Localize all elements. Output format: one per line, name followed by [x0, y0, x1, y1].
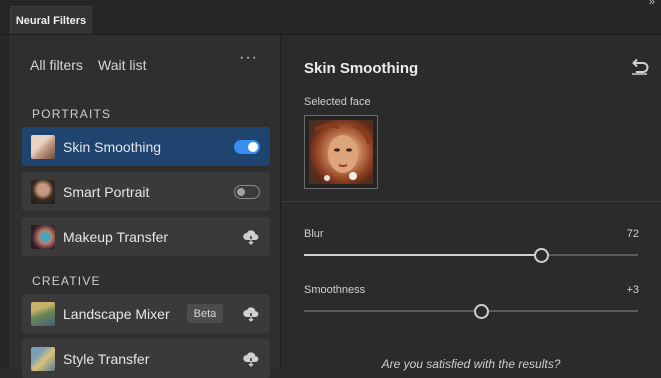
skin-smoothing-thumbnail — [31, 135, 55, 159]
reset-icon[interactable] — [630, 57, 650, 75]
selected-face-label: Selected face — [304, 96, 371, 108]
style-transfer-thumbnail — [31, 347, 55, 371]
filter-label: Makeup Transfer — [63, 229, 169, 245]
blur-slider-handle[interactable] — [534, 248, 549, 263]
face-image — [309, 120, 373, 184]
blur-slider[interactable] — [304, 248, 638, 263]
section-creative: CREATIVE — [32, 274, 101, 288]
makeup-transfer-thumbnail — [31, 225, 55, 249]
filter-skin-smoothing[interactable]: Skin Smoothing — [22, 127, 270, 166]
blur-value: 72 — [626, 228, 639, 240]
filter-makeup-transfer[interactable]: Makeup Transfer — [22, 217, 270, 256]
filters-sidebar: All filters Wait list ··· PORTRAITS Skin… — [9, 35, 281, 378]
blur-label: Blur — [304, 228, 324, 240]
selected-face-thumbnail[interactable] — [304, 115, 378, 189]
section-portraits: PORTRAITS — [32, 107, 112, 121]
skin-smoothing-toggle[interactable] — [234, 140, 260, 154]
cloud-download-icon[interactable] — [242, 306, 260, 322]
section-divider — [281, 201, 661, 202]
cloud-download-icon[interactable] — [242, 351, 260, 367]
filter-smart-portrait[interactable]: Smart Portrait — [22, 172, 270, 211]
smart-portrait-toggle[interactable] — [234, 185, 260, 199]
filter-style-transfer[interactable]: Style Transfer — [22, 339, 270, 378]
smoothness-slider-handle[interactable] — [474, 304, 489, 319]
smart-portrait-thumbnail — [31, 180, 55, 204]
filter-label: Style Transfer — [63, 351, 150, 367]
tab-neural-filters[interactable]: Neural Filters — [10, 6, 92, 34]
more-options-icon[interactable]: ··· — [239, 49, 258, 67]
cloud-download-icon[interactable] — [242, 229, 260, 245]
landscape-mixer-thumbnail — [31, 302, 55, 326]
all-filters-link[interactable]: All filters — [30, 57, 83, 73]
filter-detail-panel: Skin Smoothing Selected face Blur 72 Smo… — [281, 35, 661, 371]
feedback-question: Are you satisfied with the results? — [381, 357, 561, 371]
filter-landscape-mixer[interactable]: Landscape Mixer Beta — [22, 294, 270, 333]
filter-title: Skin Smoothing — [304, 60, 419, 77]
collapse-panel-icon[interactable]: » — [649, 0, 655, 8]
smoothness-value: +3 — [626, 284, 639, 296]
wait-list-link[interactable]: Wait list — [98, 57, 146, 73]
filter-label: Landscape Mixer — [63, 306, 170, 322]
panel-header: Neural Filters » — [0, 0, 661, 35]
beta-badge: Beta — [187, 304, 223, 323]
smoothness-slider[interactable] — [304, 304, 638, 319]
panel-gutter — [0, 35, 9, 368]
smoothness-label: Smoothness — [304, 284, 366, 296]
filter-label: Smart Portrait — [63, 184, 150, 200]
filter-label: Skin Smoothing — [63, 139, 162, 155]
